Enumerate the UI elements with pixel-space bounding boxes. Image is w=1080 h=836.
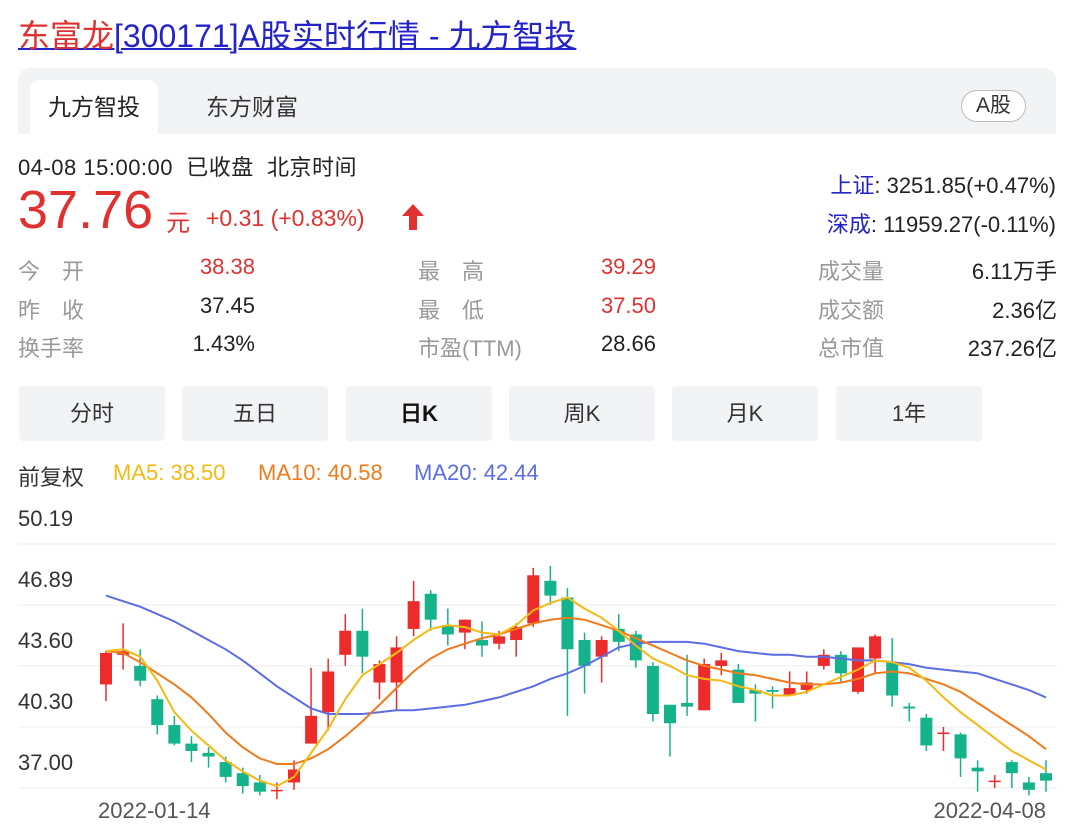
y-tick-label: 43.60 xyxy=(18,628,73,653)
candle-body-down xyxy=(151,699,164,726)
page-title-link[interactable]: 东富龙[300171]A股实时行情 - 九方智投 xyxy=(18,14,576,58)
candle-body-down xyxy=(1005,762,1018,774)
ma20-line xyxy=(105,594,1047,715)
candle-body-down xyxy=(681,702,694,707)
stat-value: 37.45 xyxy=(199,293,255,318)
candle-body-down xyxy=(544,580,557,596)
legend-ma10: MA10: 40.58 xyxy=(258,460,383,485)
candle-body-down xyxy=(971,767,984,772)
stat-label: 昨 收 xyxy=(18,298,85,323)
candle-body-down xyxy=(253,782,266,792)
stat-value: 2.36亿 xyxy=(992,298,1057,323)
adjust-mode[interactable]: 前复权 xyxy=(18,460,84,492)
source-tab-bar: 九方智投 东方财富 A股 xyxy=(18,68,1056,134)
ma5-line xyxy=(105,596,1047,788)
candle-body-down xyxy=(134,665,147,681)
candle-body-down xyxy=(424,593,437,620)
candle-body-down xyxy=(954,734,967,759)
stat-label: 成交额 xyxy=(818,298,885,323)
candle-body-up xyxy=(322,671,335,713)
stat-value: 39.29 xyxy=(600,254,656,279)
stat-label: 今 开 xyxy=(18,259,85,284)
period-button[interactable]: 分时 xyxy=(19,386,165,441)
market-status: 已收盘 xyxy=(186,155,254,180)
candle-body-down xyxy=(578,640,591,666)
legend-ma5: MA5: 38.50 xyxy=(113,460,226,485)
candle-body-up xyxy=(988,780,1001,783)
stock-name: 东富龙 xyxy=(18,18,115,54)
candle-body-up xyxy=(937,732,950,735)
stat-value: 38.38 xyxy=(199,254,255,279)
index-sz-value: : 11959.27(-0.11%) xyxy=(870,212,1056,237)
market-badge: A股 xyxy=(960,90,1026,122)
page-title-rest: [300171]A股实时行情 - 九方智投 xyxy=(114,18,577,54)
candle-body-up xyxy=(698,664,711,711)
index-sz-link[interactable]: 深成 xyxy=(827,212,871,237)
period-button[interactable]: 周K xyxy=(509,386,655,441)
candle-body-down xyxy=(219,762,232,777)
stat-label: 最 高 xyxy=(418,259,485,284)
candle-body-up xyxy=(100,652,112,685)
index-sh: 上证: 3251.85(+0.47%) xyxy=(830,168,1056,200)
candle-body-up xyxy=(305,715,318,744)
x-end-label: 2022-04-08 xyxy=(933,798,1046,823)
stat-label: 总市值 xyxy=(818,336,885,361)
up-arrow-icon xyxy=(400,202,426,237)
stat-value: 28.66 xyxy=(600,331,656,356)
candle-body-down xyxy=(561,597,574,650)
candle-body-down xyxy=(766,689,779,692)
candle-body-up xyxy=(869,636,882,659)
index-sh-value: : 3251.85(+0.47%) xyxy=(874,173,1056,198)
candle-body-down xyxy=(903,706,916,709)
y-tick-label: 40.30 xyxy=(18,689,73,714)
candle-body-down xyxy=(886,662,899,696)
stat-label: 最 低 xyxy=(418,298,485,323)
candle-body-down xyxy=(236,773,249,787)
current-price: 37.76 xyxy=(18,180,154,240)
candle-body-down xyxy=(185,743,198,752)
candle-body-down xyxy=(664,704,676,724)
candle-body-up xyxy=(527,575,540,624)
candle-body-down xyxy=(168,725,181,744)
candle-body-down xyxy=(356,630,369,657)
stat-value: 37.50 xyxy=(600,293,656,318)
price-unit: 元 xyxy=(166,210,190,237)
tab-eastmoney[interactable]: 东方财富 xyxy=(188,80,316,134)
candle-body-up xyxy=(339,630,352,655)
candle-body-down xyxy=(1040,773,1052,781)
period-button[interactable]: 1年 xyxy=(836,386,982,441)
price-change: +0.31 (+0.83%) xyxy=(206,205,365,231)
legend-ma20: MA20: 42.44 xyxy=(414,460,539,485)
candle-body-down xyxy=(202,752,215,757)
ma10-line xyxy=(105,616,1047,765)
index-sh-link[interactable]: 上证 xyxy=(830,173,874,198)
x-start-label: 2022-01-14 xyxy=(98,798,211,823)
period-button[interactable]: 五日 xyxy=(182,386,328,441)
candle-body-up xyxy=(715,660,728,666)
tab-jiufang[interactable]: 九方智投 xyxy=(30,80,158,134)
candle-body-up xyxy=(493,636,506,644)
period-button[interactable]: 月K xyxy=(672,386,818,441)
candle-body-up xyxy=(270,789,283,792)
quote-timestamp: 04-08 15:00:00 xyxy=(18,155,174,180)
stat-value: 6.11万手 xyxy=(971,259,1057,284)
kline-chart[interactable]: 50.19 46.89 43.60 40.30 37.00 2022-01-14 2022-… xyxy=(0,500,1080,836)
index-sz: 深成: 11959.27(-0.11%) xyxy=(827,207,1056,239)
stat-label: 成交量 xyxy=(818,259,885,284)
candle-body-down xyxy=(920,717,933,746)
stat-label: 市盈(TTM) xyxy=(418,336,522,361)
candle-body-down xyxy=(646,665,659,715)
stat-label: 换手率 xyxy=(18,336,85,361)
candle-body-down xyxy=(1022,782,1035,790)
stat-value: 1.43% xyxy=(192,331,255,356)
stat-value: 237.26亿 xyxy=(967,336,1057,361)
period-button[interactable]: 日K xyxy=(346,386,492,441)
y-tick-label: 37.00 xyxy=(18,750,73,775)
candle-body-down xyxy=(476,640,488,646)
candle-body-up xyxy=(407,601,420,629)
y-tick-label: 46.89 xyxy=(18,567,73,592)
timezone-label: 北京时间 xyxy=(267,155,358,180)
y-tick-label: 50.19 xyxy=(18,506,73,531)
